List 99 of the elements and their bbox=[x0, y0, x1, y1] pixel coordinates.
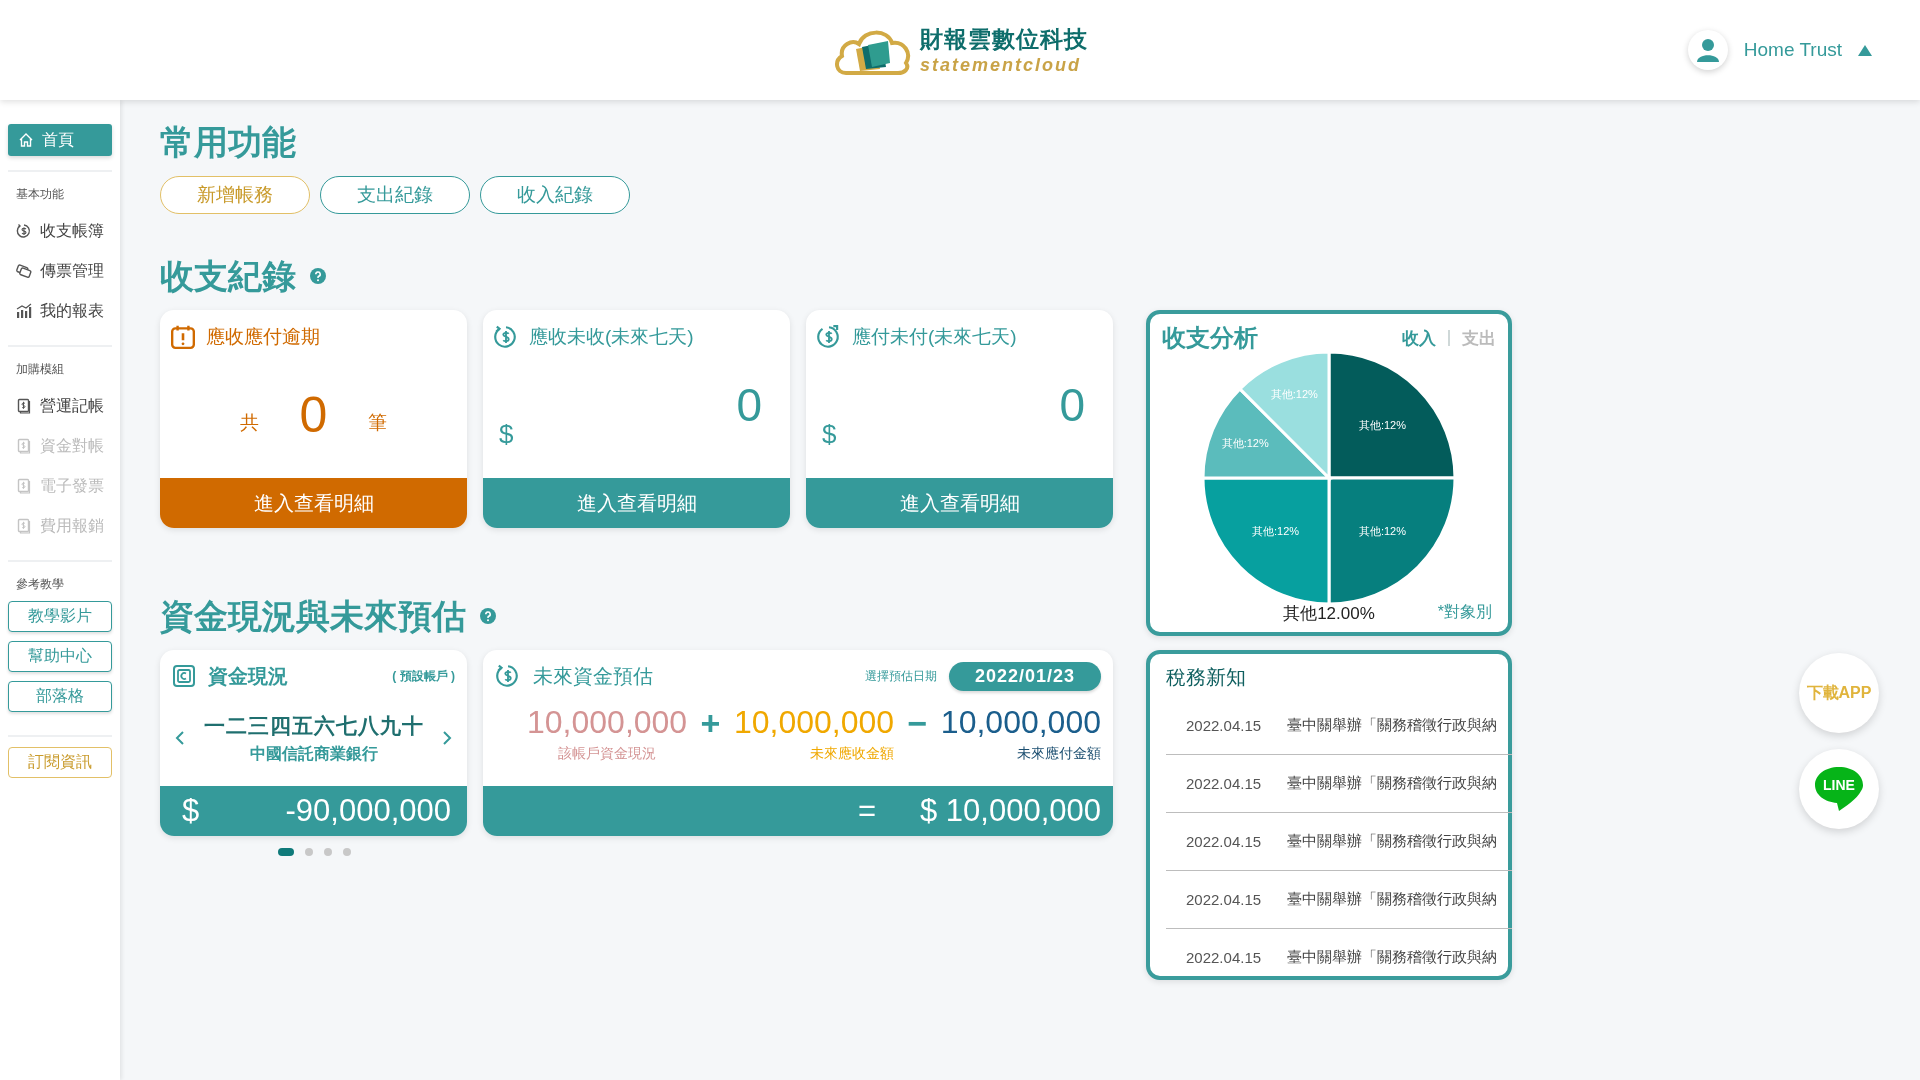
toggle-tab[interactable]: 收入 bbox=[1402, 326, 1436, 350]
toggle-tab[interactable]: 支出 bbox=[1462, 326, 1496, 350]
section-title: 參考教學 bbox=[15, 576, 65, 593]
forecast-amount: 10,000,000 bbox=[733, 704, 895, 741]
alert-calendar-icon bbox=[170, 324, 196, 350]
section-heading: 收支紀錄 bbox=[160, 256, 296, 297]
news-date: 2022.04.15 bbox=[1186, 833, 1262, 850]
chart-caption: 其他12.00% bbox=[1283, 603, 1375, 625]
ledger-icon bbox=[16, 518, 32, 534]
slice-label: 其他:12% bbox=[1252, 525, 1300, 538]
section-title: 基本功能 bbox=[15, 186, 65, 203]
section-title: 加購模組 bbox=[15, 361, 65, 378]
quick-function-button[interactable]: 收入紀錄 bbox=[480, 176, 630, 214]
forecast-label: 該帳戶資金現況 bbox=[558, 745, 657, 763]
sidebar-item[interactable]: 收支帳簿 bbox=[8, 211, 112, 251]
card-title: 未來資金預估 bbox=[533, 663, 654, 689]
help-icon[interactable] bbox=[310, 268, 326, 284]
tutorial-link-button[interactable]: 部落格 bbox=[8, 681, 112, 712]
result-amount: $ 10,000,000 bbox=[920, 793, 1101, 829]
previous-arrow[interactable] bbox=[174, 730, 186, 746]
tutorial-link-button[interactable]: 幫助中心 bbox=[8, 641, 112, 672]
forecast-label: 未來應收金額 bbox=[810, 745, 895, 763]
quick-function-button[interactable]: 支出紀錄 bbox=[320, 176, 470, 214]
subscribe-button[interactable]: 訂閱資訊 bbox=[8, 747, 112, 778]
operator-sign: + bbox=[700, 704, 721, 742]
pager-dot[interactable] bbox=[305, 848, 313, 856]
wallet-icon bbox=[172, 664, 196, 688]
pager-dot[interactable] bbox=[324, 848, 332, 856]
ledger-icon bbox=[16, 398, 32, 414]
dollar-cycle-icon bbox=[495, 663, 521, 689]
home-nav-item[interactable]: 首頁 bbox=[8, 124, 112, 156]
card-title: 應收應付逾期 bbox=[206, 325, 320, 349]
ledger-icon bbox=[16, 478, 32, 494]
dollar-cycle-icon bbox=[816, 324, 842, 350]
chart-footnote: *對象別 bbox=[1437, 602, 1492, 622]
bank-name: 中國信託商業銀行 bbox=[249, 743, 378, 764]
news-date: 2022.04.15 bbox=[1186, 891, 1262, 908]
panel-title: 稅務新知 bbox=[1166, 665, 1247, 690]
panel-title: 收支分析 bbox=[1162, 323, 1258, 353]
next-arrow[interactable] bbox=[441, 730, 453, 746]
view-details-button[interactable]: 進入查看明細 bbox=[160, 478, 467, 528]
news-link[interactable]: 臺中關舉辦「關務稽徵行政與納 bbox=[1287, 890, 1498, 909]
dollar-cycle-icon bbox=[16, 223, 32, 239]
section-heading: 資金現況與未來預估 bbox=[160, 596, 466, 637]
ledger-icon bbox=[16, 438, 32, 454]
user-menu[interactable]: Home Trust bbox=[1743, 39, 1842, 61]
forecast-label: 未來應付金額 bbox=[1017, 745, 1101, 763]
card-title: 應收未收(未來七天) bbox=[529, 325, 694, 349]
slice-label: 其他:12% bbox=[1358, 418, 1406, 431]
equals-sign: = bbox=[857, 793, 876, 829]
operator-sign: − bbox=[907, 704, 928, 742]
avatar-icon[interactable] bbox=[1687, 30, 1728, 70]
news-date: 2022.04.15 bbox=[1186, 775, 1262, 792]
news-link[interactable]: 臺中關舉辦「關務稽徵行政與納 bbox=[1287, 832, 1498, 851]
bar-chart-icon bbox=[16, 303, 32, 319]
line-button[interactable]: LINE bbox=[1799, 749, 1879, 829]
logo-title: 財報雲數位科技 bbox=[920, 25, 1088, 54]
logo-subtitle: statementcloud bbox=[920, 55, 1083, 76]
pager-dot[interactable] bbox=[343, 848, 351, 856]
speech-bubble-icon bbox=[1813, 765, 1865, 813]
sidebar-item[interactable]: 營運記帳 bbox=[8, 386, 112, 426]
card-title: 資金現況 bbox=[208, 663, 289, 689]
currency-sign: $ bbox=[182, 793, 200, 829]
account-note: ( 預設帳戶 ) bbox=[392, 667, 455, 685]
slice-label: 其他:12% bbox=[1221, 437, 1269, 450]
help-icon[interactable] bbox=[480, 608, 496, 624]
amount-value: 0 bbox=[736, 378, 762, 432]
sidebar-item[interactable]: 傳票管理 bbox=[8, 251, 112, 291]
card-title: 應付未付(未來七天) bbox=[852, 325, 1017, 349]
news-date: 2022.04.15 bbox=[1186, 949, 1262, 966]
news-date: 2022.04.15 bbox=[1186, 717, 1262, 734]
amount-value: 0 bbox=[1059, 378, 1085, 432]
date-picker[interactable]: 2022/01/23 bbox=[949, 661, 1101, 691]
slice-label: 其他:12% bbox=[1270, 388, 1318, 401]
download-app-button[interactable]: 下載APP bbox=[1799, 653, 1879, 733]
tutorial-link-button[interactable]: 教學影片 bbox=[8, 601, 112, 632]
date-label: 選擇預估日期 bbox=[865, 667, 937, 685]
balance-amount: -90,000,000 bbox=[285, 793, 451, 829]
count-prefix: 共 bbox=[240, 411, 260, 435]
news-link[interactable]: 臺中關舉辦「關務稽徵行政與納 bbox=[1287, 948, 1498, 967]
dollar-cycle-icon bbox=[493, 324, 519, 350]
news-link[interactable]: 臺中關舉辦「關務稽徵行政與納 bbox=[1287, 716, 1498, 735]
view-details-button[interactable]: 進入查看明細 bbox=[806, 478, 1113, 528]
account-name: 一二三四五六七八九十 bbox=[203, 712, 424, 739]
currency-sign: $ bbox=[499, 419, 514, 450]
count-value: 0 bbox=[299, 386, 328, 444]
home-icon bbox=[18, 132, 34, 148]
forecast-amount: 10,000,000 bbox=[940, 704, 1101, 741]
sidebar-item[interactable]: 我的報表 bbox=[8, 291, 112, 331]
tickets-icon bbox=[16, 263, 32, 279]
news-link[interactable]: 臺中關舉辦「關務稽徵行政與納 bbox=[1287, 774, 1498, 793]
quick-function-button[interactable]: 新增帳務 bbox=[160, 176, 310, 214]
count-suffix: 筆 bbox=[367, 411, 387, 435]
section-heading: 常用功能 bbox=[160, 122, 297, 163]
view-details-button[interactable]: 進入查看明細 bbox=[483, 478, 790, 528]
slice-label: 其他:12% bbox=[1358, 525, 1406, 538]
forecast-amount: 10,000,000 bbox=[527, 704, 688, 741]
caret-up-icon[interactable] bbox=[1858, 44, 1872, 56]
currency-sign: $ bbox=[822, 419, 837, 450]
